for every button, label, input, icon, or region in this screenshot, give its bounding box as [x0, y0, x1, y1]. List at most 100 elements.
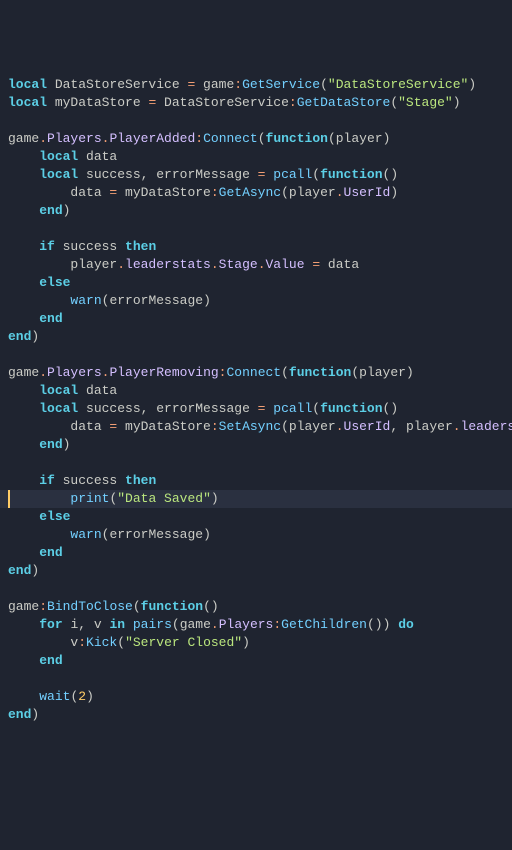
- code-token: ): [242, 635, 250, 650]
- code-token: :: [234, 77, 242, 92]
- code-token: end: [39, 653, 62, 668]
- code-token: (: [281, 185, 289, 200]
- code-token: myDataStore: [125, 185, 211, 200]
- code-token: "Server Closed": [125, 635, 242, 650]
- code-token: if: [39, 239, 62, 254]
- code-token: end: [8, 329, 31, 344]
- code-token: GetService: [242, 77, 320, 92]
- code-token: errorMessage: [109, 293, 203, 308]
- code-token: [8, 617, 39, 632]
- code-token: (: [328, 131, 336, 146]
- code-token: UserId: [344, 419, 391, 434]
- code-token: GetChildren: [281, 617, 367, 632]
- code-token: (): [383, 167, 399, 182]
- code-token: "Stage": [398, 95, 453, 110]
- code-token: (: [351, 365, 359, 380]
- code-token: leaderstats: [461, 419, 512, 434]
- code-token: ): [203, 293, 211, 308]
- code-token: .: [39, 365, 47, 380]
- code-token: [8, 293, 70, 308]
- code-token: player: [336, 131, 383, 146]
- code-token: then: [125, 239, 156, 254]
- code-token: function: [266, 131, 328, 146]
- code-token: function: [289, 365, 351, 380]
- code-token: leaderstats: [125, 257, 211, 272]
- code-token: [8, 401, 39, 416]
- code-token: (): [383, 401, 399, 416]
- code-token: :: [211, 185, 219, 200]
- code-token: end: [39, 311, 62, 326]
- code-token: pcall: [273, 401, 312, 416]
- code-token: ): [453, 95, 461, 110]
- code-token: :: [39, 599, 47, 614]
- code-token: errorMessage: [109, 527, 203, 542]
- code-token: pairs: [133, 617, 172, 632]
- code-token: local: [39, 149, 86, 164]
- code-token: UserId: [344, 185, 391, 200]
- code-token: end: [8, 563, 31, 578]
- code-token: game: [180, 617, 211, 632]
- code-token: player: [289, 419, 336, 434]
- code-token: ,: [141, 401, 157, 416]
- code-token: ): [383, 131, 391, 146]
- code-token: player: [406, 419, 453, 434]
- code-token: game: [8, 365, 39, 380]
- code-token: ): [63, 437, 71, 452]
- code-token: local: [39, 167, 86, 182]
- code-token: (: [133, 599, 141, 614]
- code-token: in: [109, 617, 132, 632]
- code-token: ): [31, 707, 39, 722]
- code-token: :: [195, 131, 203, 146]
- code-token: success: [86, 401, 141, 416]
- code-token: Stage: [219, 257, 258, 272]
- code-token: ,: [390, 419, 406, 434]
- code-token: [8, 545, 39, 560]
- code-token: "DataStoreService": [328, 77, 468, 92]
- code-token: =: [109, 419, 125, 434]
- code-token: (: [281, 419, 289, 434]
- code-token: ): [31, 329, 39, 344]
- code-token: data: [8, 185, 109, 200]
- code-token: (: [172, 617, 180, 632]
- code-token: SetAsync: [219, 419, 281, 434]
- code-token: errorMessage: [156, 401, 257, 416]
- code-token: (: [312, 401, 320, 416]
- code-token: player: [8, 257, 117, 272]
- code-token: local: [8, 77, 55, 92]
- code-token: :: [289, 95, 297, 110]
- code-token: =: [258, 401, 274, 416]
- code-token: print: [70, 491, 109, 506]
- code-token: [8, 383, 39, 398]
- code-token: 2: [78, 689, 86, 704]
- code-token: function: [141, 599, 203, 614]
- code-token: Connect: [226, 365, 281, 380]
- code-token: game: [8, 131, 39, 146]
- code-token: Players: [47, 365, 102, 380]
- code-token: data: [86, 383, 117, 398]
- code-token: data: [328, 257, 359, 272]
- code-token: :: [273, 617, 281, 632]
- code-token: =: [187, 77, 203, 92]
- code-token: =: [109, 185, 125, 200]
- code-token: (: [102, 527, 110, 542]
- code-token: ()): [367, 617, 398, 632]
- code-editor-content[interactable]: local DataStoreService = game:GetService…: [8, 76, 504, 724]
- code-token: (): [203, 599, 219, 614]
- code-token: =: [312, 257, 328, 272]
- code-token: :: [211, 419, 219, 434]
- code-token: (: [390, 95, 398, 110]
- code-token: local: [39, 383, 86, 398]
- code-token: else: [39, 275, 70, 290]
- code-token: (: [258, 131, 266, 146]
- code-token: GetAsync: [219, 185, 281, 200]
- code-token: .: [117, 257, 125, 272]
- code-token: [8, 491, 70, 506]
- code-token: success: [86, 167, 141, 182]
- code-token: (: [117, 635, 125, 650]
- code-token: end: [8, 707, 31, 722]
- code-token: .: [336, 185, 344, 200]
- code-token: [8, 527, 70, 542]
- code-token: success: [63, 239, 125, 254]
- code-token: [8, 149, 39, 164]
- code-token: [8, 311, 39, 326]
